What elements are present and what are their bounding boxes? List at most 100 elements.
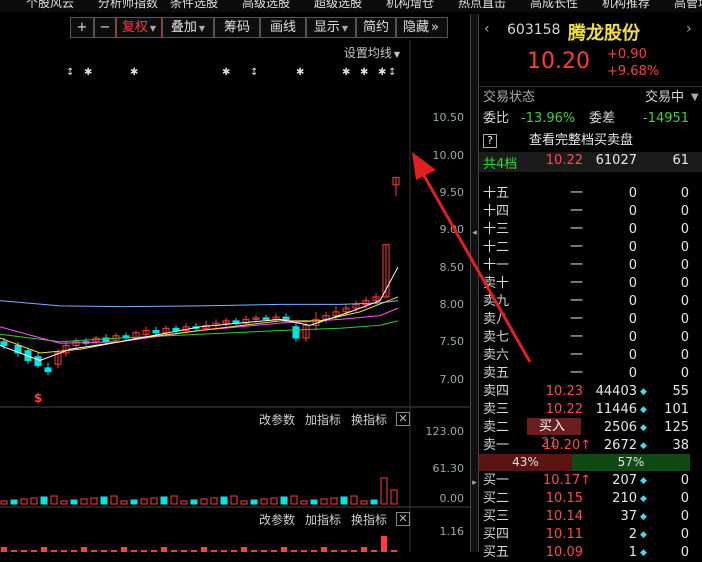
topnav-item[interactable]: 机构推荐 bbox=[602, 0, 650, 9]
book-volume: 207 bbox=[612, 473, 637, 488]
book-row[interactable]: 十二 一 0 0 bbox=[479, 239, 702, 257]
kline-chart-pane[interactable]: ↕ ✱ ✱ ✱ ↕ ✱ ✱ ✱ ✱ ↕ 设置均线 ▼ 10.50 10.00 9.50 9.00 8… bbox=[0, 40, 470, 552]
dividend-marker[interactable]: $ bbox=[34, 391, 42, 405]
book-count: 0 bbox=[680, 527, 689, 542]
close-icon[interactable]: ✕ bbox=[396, 512, 410, 526]
topnav-item[interactable]: 超级选股 bbox=[314, 0, 362, 9]
help-icon[interactable]: ? bbox=[483, 134, 497, 148]
book-row[interactable]: 卖六 一 0 0 bbox=[479, 347, 702, 365]
buy-button-price: 21 bbox=[541, 436, 558, 451]
levels-volume: 61027 bbox=[595, 153, 637, 168]
zoom-out-button[interactable]: − bbox=[94, 17, 116, 38]
book-volume: 210 bbox=[612, 491, 637, 506]
book-price: 一 bbox=[569, 276, 583, 291]
book-count: 0 bbox=[680, 204, 689, 219]
book-row[interactable]: 十四 一 0 0 bbox=[479, 203, 702, 221]
event-marker: ✱ bbox=[130, 67, 138, 78]
book-row[interactable]: 买一 10.17↑ 207 ◆ 0 bbox=[479, 472, 702, 490]
book-price: 一 bbox=[569, 258, 583, 273]
hide-button[interactable]: 隐藏» bbox=[396, 17, 448, 38]
book-row[interactable]: 卖四 10.23 44403 ◆ 55 bbox=[479, 383, 702, 401]
ma20-line bbox=[0, 307, 399, 344]
book-row[interactable]: 卖九 一 0 0 bbox=[479, 293, 702, 311]
book-level-label: 买五 bbox=[483, 545, 510, 560]
book-row[interactable]: 十三 一 0 0 bbox=[479, 221, 702, 239]
collapse-right-icon[interactable]: ▸ bbox=[471, 478, 478, 488]
full-book-link[interactable]: 查看完整档买卖盘 bbox=[529, 132, 633, 150]
overlay-dropdown[interactable]: 叠加 ▼ bbox=[162, 17, 214, 38]
change-param-link[interactable]: 改参数 bbox=[259, 411, 295, 428]
draw-line-button[interactable]: 画线 bbox=[260, 17, 306, 38]
indicator-axis-label: 1.16 bbox=[439, 525, 465, 538]
switch-indicator-link[interactable]: 换指标 bbox=[351, 511, 387, 528]
separator bbox=[479, 86, 702, 87]
topnav-item[interactable]: 个股风云 bbox=[26, 0, 74, 9]
book-row[interactable]: 买二 10.15 210 ◆ 0 bbox=[479, 490, 702, 508]
book-row[interactable]: 卖七 一 0 0 bbox=[479, 329, 702, 347]
panel-divider[interactable]: ◂ ▸ bbox=[470, 14, 479, 552]
book-row[interactable]: 十一 一 0 0 bbox=[479, 257, 702, 275]
book-row[interactable]: 卖十 一 0 0 bbox=[479, 275, 702, 293]
book-level-label: 十三 bbox=[483, 222, 510, 237]
book-level-label: 买二 bbox=[483, 491, 510, 506]
price-axis-label: 10.50 bbox=[432, 111, 465, 124]
topnav-item[interactable]: 条件选股 bbox=[170, 0, 218, 9]
book-row[interactable]: 卖三 10.22 11446 ◆ 101 bbox=[479, 401, 702, 419]
topnav-item[interactable]: 分析师指数 bbox=[98, 0, 158, 9]
kline-chart[interactable]: ↕ ✱ ✱ ✱ ↕ ✱ ✱ ✱ ✱ ↕ bbox=[0, 40, 470, 552]
book-level-label: 卖六 bbox=[483, 348, 510, 363]
buy-button[interactable]: 买入 21 bbox=[527, 418, 581, 451]
fuquan-dropdown[interactable]: 复权 ▼ bbox=[116, 17, 162, 38]
book-row[interactable]: 卖二 2506 ◆ 125 bbox=[479, 419, 702, 437]
add-indicator-link[interactable]: 加指标 bbox=[305, 411, 341, 428]
ma10-line bbox=[0, 296, 399, 354]
display-dropdown[interactable]: 显示 ▼ bbox=[306, 17, 356, 38]
simple-button[interactable]: 简约 bbox=[356, 17, 396, 38]
stock-name: 腾龙股份 bbox=[568, 23, 640, 44]
prev-stock-icon[interactable]: ‹ bbox=[484, 21, 490, 37]
chevron-down-icon[interactable]: ▼ bbox=[691, 89, 699, 107]
topnav-item[interactable]: 热点直击 bbox=[458, 0, 506, 9]
book-count: 55 bbox=[672, 384, 689, 399]
close-icon[interactable]: ✕ bbox=[396, 412, 410, 426]
topnav-item[interactable]: 机构增仓 bbox=[386, 0, 434, 9]
book-row[interactable]: 卖一 10.20↑ 2672 ◆ 38 bbox=[479, 437, 702, 455]
book-row[interactable]: 卖八 一 0 0 bbox=[479, 311, 702, 329]
levels-label: 共4档 bbox=[483, 157, 518, 172]
topnav-item[interactable]: 高成长性 bbox=[530, 0, 578, 9]
chip-button[interactable]: 筹码 bbox=[214, 17, 260, 38]
chevron-down-icon: ▼ bbox=[149, 24, 157, 33]
weicha-value: -14951 bbox=[643, 111, 690, 126]
trade-status-row: 交易状态 交易中 ▼ bbox=[479, 89, 702, 107]
book-row[interactable]: 十五 一 0 0 bbox=[479, 185, 702, 203]
book-price: 10.23 bbox=[545, 384, 583, 399]
next-stock-icon[interactable]: › bbox=[686, 21, 692, 37]
indicator-bar bbox=[361, 547, 367, 552]
event-marker: ↕ bbox=[66, 67, 74, 78]
full-book-row[interactable]: ? 查看完整档买卖盘 bbox=[479, 132, 702, 150]
volume-bar bbox=[60, 500, 68, 505]
collapse-left-icon[interactable]: ◂ bbox=[471, 228, 478, 238]
indicator-bar bbox=[241, 547, 247, 552]
book-price: 一 bbox=[569, 348, 583, 363]
book-volume: 2 bbox=[628, 527, 637, 542]
price-axis-label: 9.00 bbox=[439, 223, 465, 236]
topnav-item[interactable]: 高管增 bbox=[674, 0, 702, 9]
indicator-bar bbox=[41, 547, 47, 552]
ma-settings-link[interactable]: 设置均线 ▼ bbox=[344, 44, 400, 61]
book-row[interactable]: 买三 10.14 37 ◆ 0 bbox=[479, 508, 702, 526]
event-marker: ↕ bbox=[250, 67, 258, 78]
volume-bar bbox=[190, 499, 198, 505]
book-count: 0 bbox=[680, 222, 689, 237]
book-price: 一 bbox=[569, 222, 583, 237]
add-indicator-link[interactable]: 加指标 bbox=[305, 511, 341, 528]
weibi-row: 委比 -13.96% 委差 -14951 bbox=[479, 110, 702, 128]
book-row[interactable]: 卖五 一 0 0 bbox=[479, 365, 702, 383]
switch-indicator-link[interactable]: 换指标 bbox=[351, 411, 387, 428]
change-param-link[interactable]: 改参数 bbox=[259, 511, 295, 528]
topnav-item[interactable]: 高级选股 bbox=[242, 0, 290, 9]
zoom-in-button[interactable]: + bbox=[70, 17, 94, 38]
book-row[interactable]: 买五 10.09 1 ◆ 0 bbox=[479, 544, 702, 562]
book-row[interactable]: 买四 10.11 2 ◆ 0 bbox=[479, 526, 702, 544]
volume-bar bbox=[380, 477, 388, 505]
